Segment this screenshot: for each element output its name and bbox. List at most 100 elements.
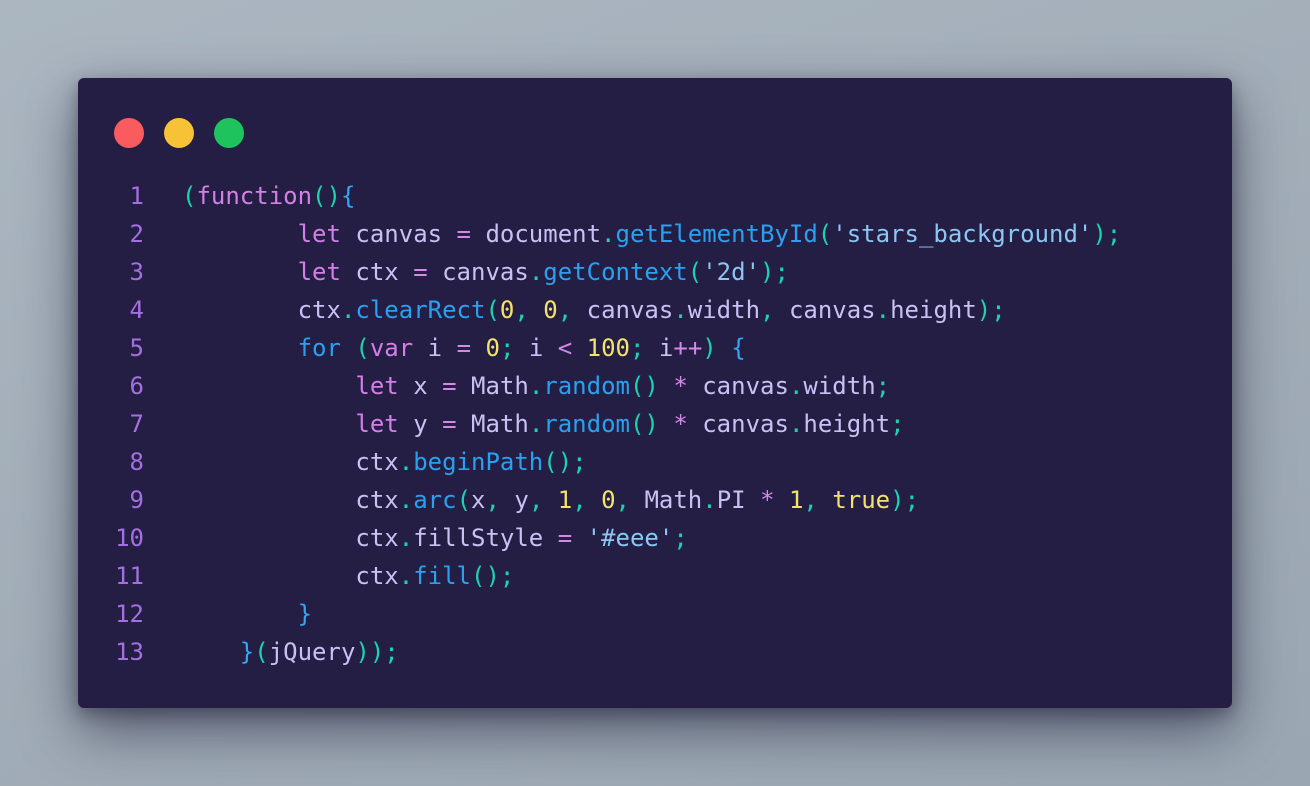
- code-token: true: [832, 486, 891, 514]
- code-token: canvas: [687, 410, 789, 438]
- code-line: 2 let canvas = document.getElementById('…: [78, 215, 1232, 253]
- code-token: {: [731, 334, 746, 362]
- code-line: 8 ctx.beginPath();: [78, 443, 1232, 481]
- code-line: 13 }(jQuery));: [78, 633, 1232, 671]
- close-dot-icon[interactable]: [114, 118, 144, 148]
- code-token: .: [340, 296, 356, 324]
- code-token: random: [543, 410, 630, 438]
- code-token: document: [471, 220, 602, 248]
- code-block: 1 (function(){2 let canvas = document.get…: [78, 177, 1232, 671]
- line-number: 1: [129, 182, 144, 210]
- code-token: Math: [644, 486, 703, 514]
- code-token: *: [673, 410, 688, 438]
- code-token: y: [398, 410, 443, 438]
- line-content: let canvas = document.getElementById('st…: [182, 215, 1122, 253]
- code-token: i: [413, 334, 457, 362]
- code-line: 9 ctx.arc(x, y, 1, 0, Math.PI * 1, true)…: [78, 481, 1232, 519]
- code-token: let: [297, 258, 341, 286]
- code-token: arc: [413, 486, 457, 514]
- code-token: ,: [557, 296, 587, 324]
- code-token: (: [817, 220, 833, 248]
- code-token: i: [658, 334, 674, 362]
- line-number: 3: [129, 258, 144, 286]
- code-token: ctx: [355, 562, 399, 590]
- code-line: 5 for (var i = 0; i < 100; i++) {: [78, 329, 1232, 367]
- code-token: Math: [456, 410, 529, 438]
- code-token: .: [875, 296, 891, 324]
- line-content: let ctx = canvas.getContext('2d');: [182, 253, 789, 291]
- code-token: x: [471, 486, 486, 514]
- code-token: ;: [673, 524, 688, 552]
- code-token: }: [239, 638, 255, 666]
- code-token: var: [369, 334, 414, 362]
- code-token: }: [297, 600, 313, 628]
- line-content: let y = Math.random() * canvas.height;: [182, 405, 905, 443]
- line-content: ctx.beginPath();: [182, 443, 586, 481]
- code-token: .: [673, 296, 688, 324]
- code-token: ;: [875, 372, 891, 400]
- maximize-dot-icon[interactable]: [214, 118, 244, 148]
- line-number: 11: [115, 562, 144, 590]
- code-token: .: [398, 562, 414, 590]
- code-token: 'stars_background': [832, 220, 1093, 248]
- code-token: ;: [499, 334, 529, 362]
- code-token: ;: [890, 410, 905, 438]
- code-token: canvas: [427, 258, 529, 286]
- code-line: 12 }: [78, 595, 1232, 633]
- code-token: getElementById: [615, 220, 818, 248]
- code-token: canvas: [340, 220, 457, 248]
- code-token: canvas: [687, 372, 789, 400]
- code-token: );: [760, 258, 789, 286]
- minimize-dot-icon[interactable]: [164, 118, 194, 148]
- code-token: *: [673, 372, 688, 400]
- line-number: 4: [129, 296, 144, 324]
- code-token: height: [803, 410, 891, 438]
- code-token: ctx: [355, 524, 399, 552]
- code-token: =: [456, 334, 472, 362]
- code-token: x: [398, 372, 443, 400]
- code-token: (): [312, 182, 341, 210]
- line-number: 12: [115, 600, 144, 628]
- code-line: 11 ctx.fill();: [78, 557, 1232, 595]
- code-token: fill: [413, 562, 471, 590]
- code-token: ,: [572, 486, 602, 514]
- code-token: );: [1092, 220, 1122, 248]
- code-token: (: [254, 638, 269, 666]
- code-token: .: [398, 486, 414, 514]
- line-content: ctx.fill();: [182, 557, 514, 595]
- code-token: jQuery: [268, 638, 356, 666]
- line-number: 5: [129, 334, 144, 362]
- code-token: y: [514, 486, 529, 514]
- code-token: for: [297, 334, 341, 362]
- code-token: ,: [803, 486, 833, 514]
- code-line: 4 ctx.clearRect(0, 0, canvas.width, canv…: [78, 291, 1232, 329]
- code-token: =: [557, 524, 573, 552]
- line-number: 8: [129, 448, 144, 476]
- code-token: =: [413, 258, 428, 286]
- line-number: 9: [129, 486, 144, 514]
- code-token: canvas: [788, 296, 876, 324]
- code-token: 0: [485, 334, 500, 362]
- code-token: 100: [586, 334, 631, 362]
- code-token: let: [355, 372, 399, 400]
- code-token: 0: [601, 486, 616, 514]
- code-token: .: [528, 410, 544, 438]
- code-token: );: [890, 486, 920, 514]
- code-token: 0: [543, 296, 558, 324]
- code-token: getContext: [543, 258, 688, 286]
- code-token: let: [355, 410, 399, 438]
- code-token: .: [702, 486, 717, 514]
- code-line: 7 let y = Math.random() * canvas.height;: [78, 405, 1232, 443]
- code-token: ): [702, 334, 732, 362]
